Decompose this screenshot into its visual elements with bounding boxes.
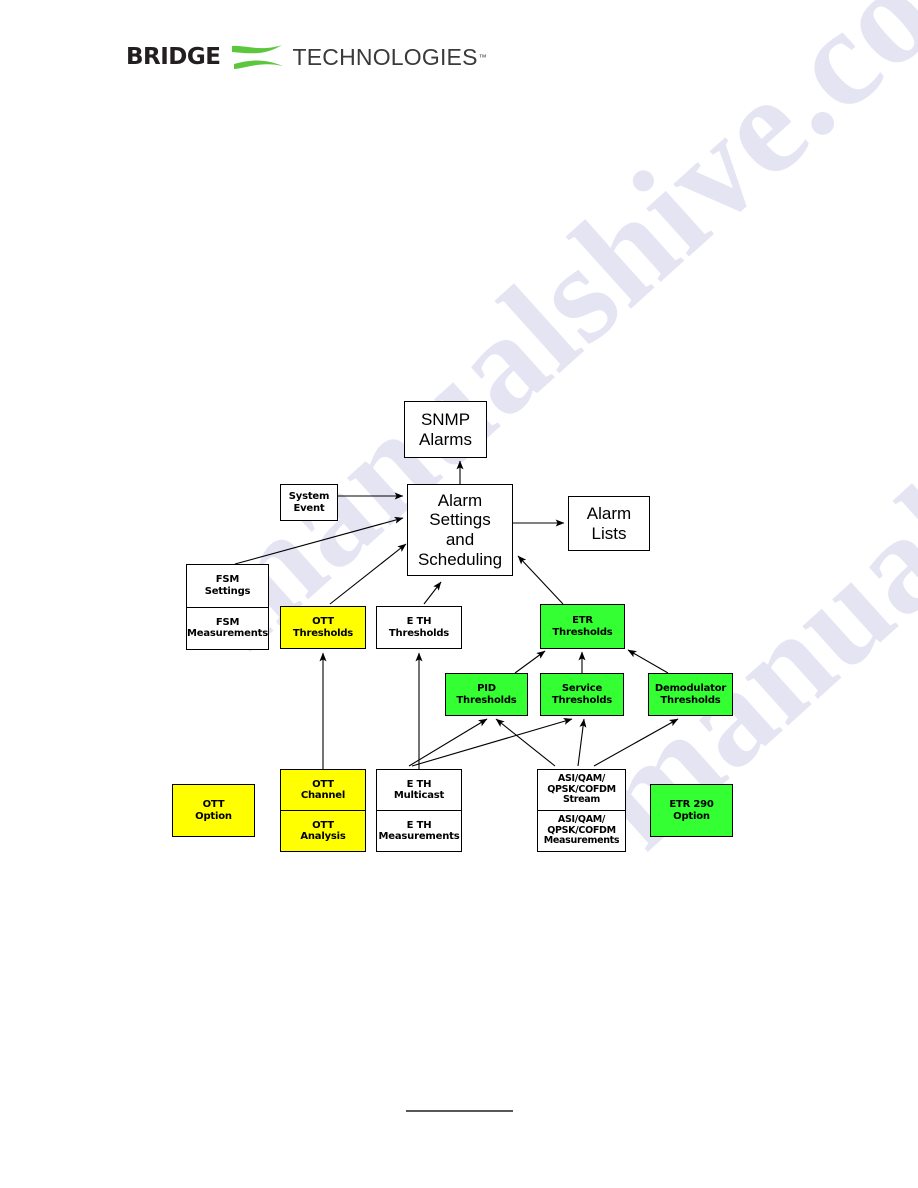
node-label: PID Thresholds	[456, 683, 517, 706]
bridge-technologies-logo: BRIDGE TECHNOLOGIES ™	[126, 40, 487, 74]
node-label: Alarm Settings and Scheduling	[417, 490, 503, 569]
node-label: ETR 290 Option	[669, 799, 714, 822]
node-ott-analysis[interactable]: OTT Analysis	[281, 810, 365, 851]
node-label: Service Thresholds	[551, 683, 613, 706]
node-service-thresholds[interactable]: Service Thresholds	[540, 673, 624, 716]
node-ott-option[interactable]: OTT Option	[172, 784, 255, 837]
node-label: OTT Thresholds	[292, 616, 354, 639]
node-asi-stream[interactable]: ASI/QAM/ QPSK/COFDM Stream	[538, 770, 625, 810]
trademark-symbol: ™	[478, 52, 487, 62]
node-label: OTT Option	[195, 799, 232, 822]
node-demodulator-thresholds[interactable]: Demodulator Thresholds	[648, 673, 733, 716]
node-snmp-alarms[interactable]: SNMP Alarms	[404, 401, 487, 458]
node-ott-channel-analysis[interactable]: OTT Channel OTT Analysis	[280, 769, 366, 852]
node-label: ETR Thresholds	[552, 615, 613, 638]
node-label: E TH Thresholds	[388, 616, 450, 639]
node-eth-thresholds[interactable]: E TH Thresholds	[376, 606, 462, 649]
node-alarm-settings-and-scheduling[interactable]: Alarm Settings and Scheduling	[407, 484, 513, 576]
node-label: Demodulator Thresholds	[654, 683, 727, 706]
node-eth-multicast[interactable]: E TH Multicast	[377, 770, 461, 810]
logo-wordmark-bridge: BRIDGE	[126, 44, 221, 70]
node-ott-channel[interactable]: OTT Channel	[281, 770, 365, 810]
node-eth-multicast-measurements[interactable]: E TH Multicast E TH Measurements	[376, 769, 462, 852]
node-ott-thresholds[interactable]: OTT Thresholds	[280, 606, 366, 649]
node-eth-measurements[interactable]: E TH Measurements	[377, 810, 461, 851]
node-system-event[interactable]: System Event	[280, 484, 338, 521]
node-label: SNMP Alarms	[419, 409, 472, 449]
node-label: Alarm Lists	[586, 503, 632, 543]
node-etr-290-option[interactable]: ETR 290 Option	[650, 784, 733, 837]
node-fsm-measurements[interactable]: FSM Measurements	[187, 606, 268, 650]
node-fsm-settings[interactable]: FSM Settings	[187, 565, 268, 607]
alarm-architecture-diagram: SNMP Alarms Alarm Settings and Schedulin…	[0, 0, 918, 1188]
document-page: manualshive.com manualshive.com BRIDGE T…	[0, 0, 918, 1188]
logo-wordmark-technologies: TECHNOLOGIES	[292, 43, 478, 70]
node-fsm[interactable]: FSM Settings FSM Measurements	[186, 564, 269, 650]
node-pid-thresholds[interactable]: PID Thresholds	[445, 673, 528, 716]
node-label: System Event	[288, 491, 330, 514]
diagram-connectors	[234, 460, 679, 769]
node-asi-stream-measurements[interactable]: ASI/QAM/ QPSK/COFDM Stream ASI/QAM/ QPSK…	[537, 769, 626, 852]
footer-divider	[406, 1110, 513, 1112]
node-alarm-lists[interactable]: Alarm Lists	[568, 496, 650, 551]
bridge-swoosh-logo-icon	[230, 42, 286, 72]
node-etr-thresholds[interactable]: ETR Thresholds	[540, 604, 625, 649]
node-asi-measurements[interactable]: ASI/QAM/ QPSK/COFDM Measurements	[538, 810, 625, 851]
